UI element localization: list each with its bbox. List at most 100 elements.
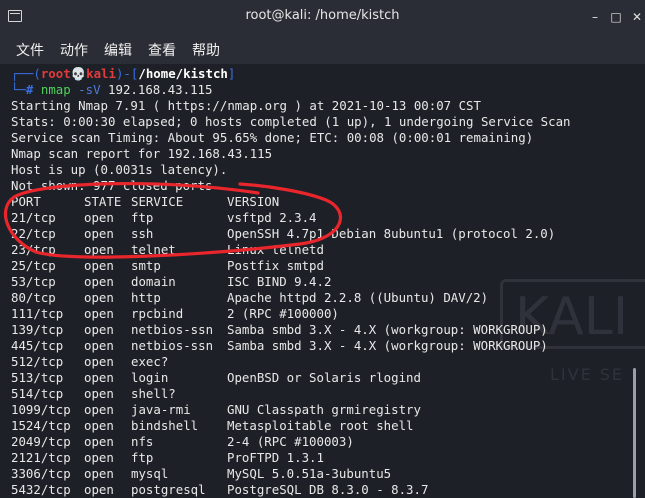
state-cell: open: [84, 434, 114, 449]
service-cell: mysql: [131, 466, 169, 481]
output-line: Stats: 0:00:30 elapsed; 0 hosts complete…: [11, 114, 571, 129]
command-flag: -sV: [78, 82, 101, 97]
menu-help[interactable]: 帮助: [192, 40, 220, 60]
port-cell: 53/tcp: [11, 274, 56, 289]
menu-edit[interactable]: 编辑: [104, 40, 132, 60]
port-cell: 139/tcp: [11, 322, 64, 337]
output-line: Nmap scan report for 192.168.43.115: [11, 146, 273, 161]
command-name: nmap: [40, 82, 71, 97]
state-cell: open: [84, 370, 114, 385]
service-cell: smtp: [131, 258, 161, 273]
port-cell: 21/tcp: [11, 210, 56, 225]
menu-view[interactable]: 查看: [148, 40, 176, 60]
output-line: Not shown: 977 closed ports: [11, 178, 213, 193]
version-cell: Linux telnetd: [227, 242, 324, 257]
state-cell: open: [84, 274, 114, 289]
service-cell: exec?: [131, 354, 169, 369]
state-cell: open: [84, 402, 114, 417]
prompt-host: kali: [86, 66, 116, 81]
prompt-user: root: [40, 66, 71, 81]
version-cell: GNU Classpath grmiregistry: [227, 402, 421, 417]
kali-watermark: KALI LIVE SE: [490, 239, 645, 399]
terminal-body[interactable]: KALI LIVE SE ┌──(root💀kali)-[/home/kistc…: [0, 64, 645, 498]
terminal-window: root@kali: /home/kistch – □ ✕ 文件 动作 编辑 查…: [0, 0, 645, 498]
service-cell: telnet: [131, 242, 176, 257]
version-cell: OpenBSD or Solaris rlogind: [227, 370, 421, 385]
version-cell: vsftpd 2.3.4: [227, 210, 317, 225]
port-cell: 80/tcp: [11, 290, 56, 305]
service-cell: bindshell: [131, 418, 199, 433]
state-cell: open: [84, 450, 114, 465]
service-cell: ssh: [131, 226, 154, 241]
port-cell: 1524/tcp: [11, 418, 71, 433]
state-cell: open: [84, 322, 114, 337]
state-cell: open: [84, 418, 114, 433]
state-cell: open: [84, 258, 114, 273]
port-cell: 23/tcp: [11, 242, 56, 257]
version-cell: Samba smbd 3.X - 4.X (workgroup: WORKGRO…: [227, 338, 548, 353]
service-cell: shell?: [131, 386, 176, 401]
command-target: 192.168.43.115: [108, 82, 213, 97]
state-cell: open: [84, 386, 114, 401]
service-cell: ftp: [131, 210, 154, 225]
service-cell: domain: [131, 274, 176, 289]
state-cell: open: [84, 210, 114, 225]
title-bar[interactable]: root@kali: /home/kistch – □ ✕: [0, 0, 645, 34]
minimize-icon[interactable]: –: [588, 10, 602, 24]
port-cell: 3306/tcp: [11, 466, 71, 481]
service-cell: netbios-ssn: [131, 338, 214, 353]
output-line: Host is up (0.0031s latency).: [11, 162, 228, 177]
port-cell: PORT: [11, 194, 41, 209]
state-cell: open: [84, 338, 114, 353]
port-cell: 2049/tcp: [11, 434, 71, 449]
scrollbar[interactable]: [633, 368, 636, 498]
port-cell: 111/tcp: [11, 306, 64, 321]
kali-tagline: LIVE SE: [550, 365, 625, 384]
version-cell: Metasploitable root shell: [227, 418, 414, 433]
state-cell: open: [84, 290, 114, 305]
version-cell: Apache httpd 2.2.8 ((Ubuntu) DAV/2): [227, 290, 489, 305]
port-cell: 5432/tcp: [11, 482, 71, 497]
port-cell: 512/tcp: [11, 354, 64, 369]
port-cell: 22/tcp: [11, 226, 56, 241]
service-cell: SERVICE: [131, 194, 184, 209]
state-cell: open: [84, 306, 114, 321]
service-cell: netbios-ssn: [131, 322, 214, 337]
port-cell: 25/tcp: [11, 258, 56, 273]
window-title: root@kali: /home/kistch: [245, 8, 400, 23]
service-cell: postgresql: [131, 482, 206, 497]
state-cell: open: [84, 242, 114, 257]
service-cell: java-rmi: [131, 402, 191, 417]
service-cell: login: [131, 370, 169, 385]
output-line: Starting Nmap 7.91 ( https://nmap.org ) …: [11, 98, 481, 113]
version-cell: ISC BIND 9.4.2: [227, 274, 332, 289]
service-cell: rpcbind: [131, 306, 184, 321]
version-cell: OpenSSH 4.7p1 Debian 8ubuntu1 (protocol …: [227, 226, 556, 241]
service-cell: nfs: [131, 434, 154, 449]
menu-file[interactable]: 文件: [16, 40, 44, 60]
version-cell: VERSION: [227, 194, 280, 209]
menu-bar: 文件 动作 编辑 查看 帮助: [0, 34, 645, 64]
maximize-icon[interactable]: □: [609, 10, 623, 24]
version-cell: 2-4 (RPC #100003): [227, 434, 354, 449]
version-cell: MySQL 5.0.51a-3ubuntu5: [227, 466, 392, 481]
version-cell: PostgreSQL DB 8.3.0 - 8.3.7: [227, 482, 429, 497]
version-cell: Postfix smtpd: [227, 258, 324, 273]
port-cell: 445/tcp: [11, 338, 64, 353]
state-cell: open: [84, 482, 114, 497]
version-cell: ProFTPD 1.3.1: [227, 450, 324, 465]
port-cell: 514/tcp: [11, 386, 64, 401]
command-line: └─# nmap -sV 192.168.43.115: [11, 82, 213, 97]
output-line: Service scan Timing: About 95.65% done; …: [11, 130, 534, 145]
port-cell: 2121/tcp: [11, 450, 71, 465]
service-cell: http: [131, 290, 161, 305]
version-cell: 2 (RPC #100000): [227, 306, 339, 321]
prompt-path: /home/kistch: [138, 66, 228, 81]
prompt-line: ┌──(root💀kali)-[/home/kistch]: [11, 66, 236, 81]
skull-icon: 💀: [70, 66, 87, 81]
menu-action[interactable]: 动作: [60, 40, 88, 60]
port-cell: 513/tcp: [11, 370, 64, 385]
close-icon[interactable]: ✕: [630, 10, 644, 24]
version-cell: Samba smbd 3.X - 4.X (workgroup: WORKGRO…: [227, 322, 548, 337]
service-cell: ftp: [131, 450, 154, 465]
